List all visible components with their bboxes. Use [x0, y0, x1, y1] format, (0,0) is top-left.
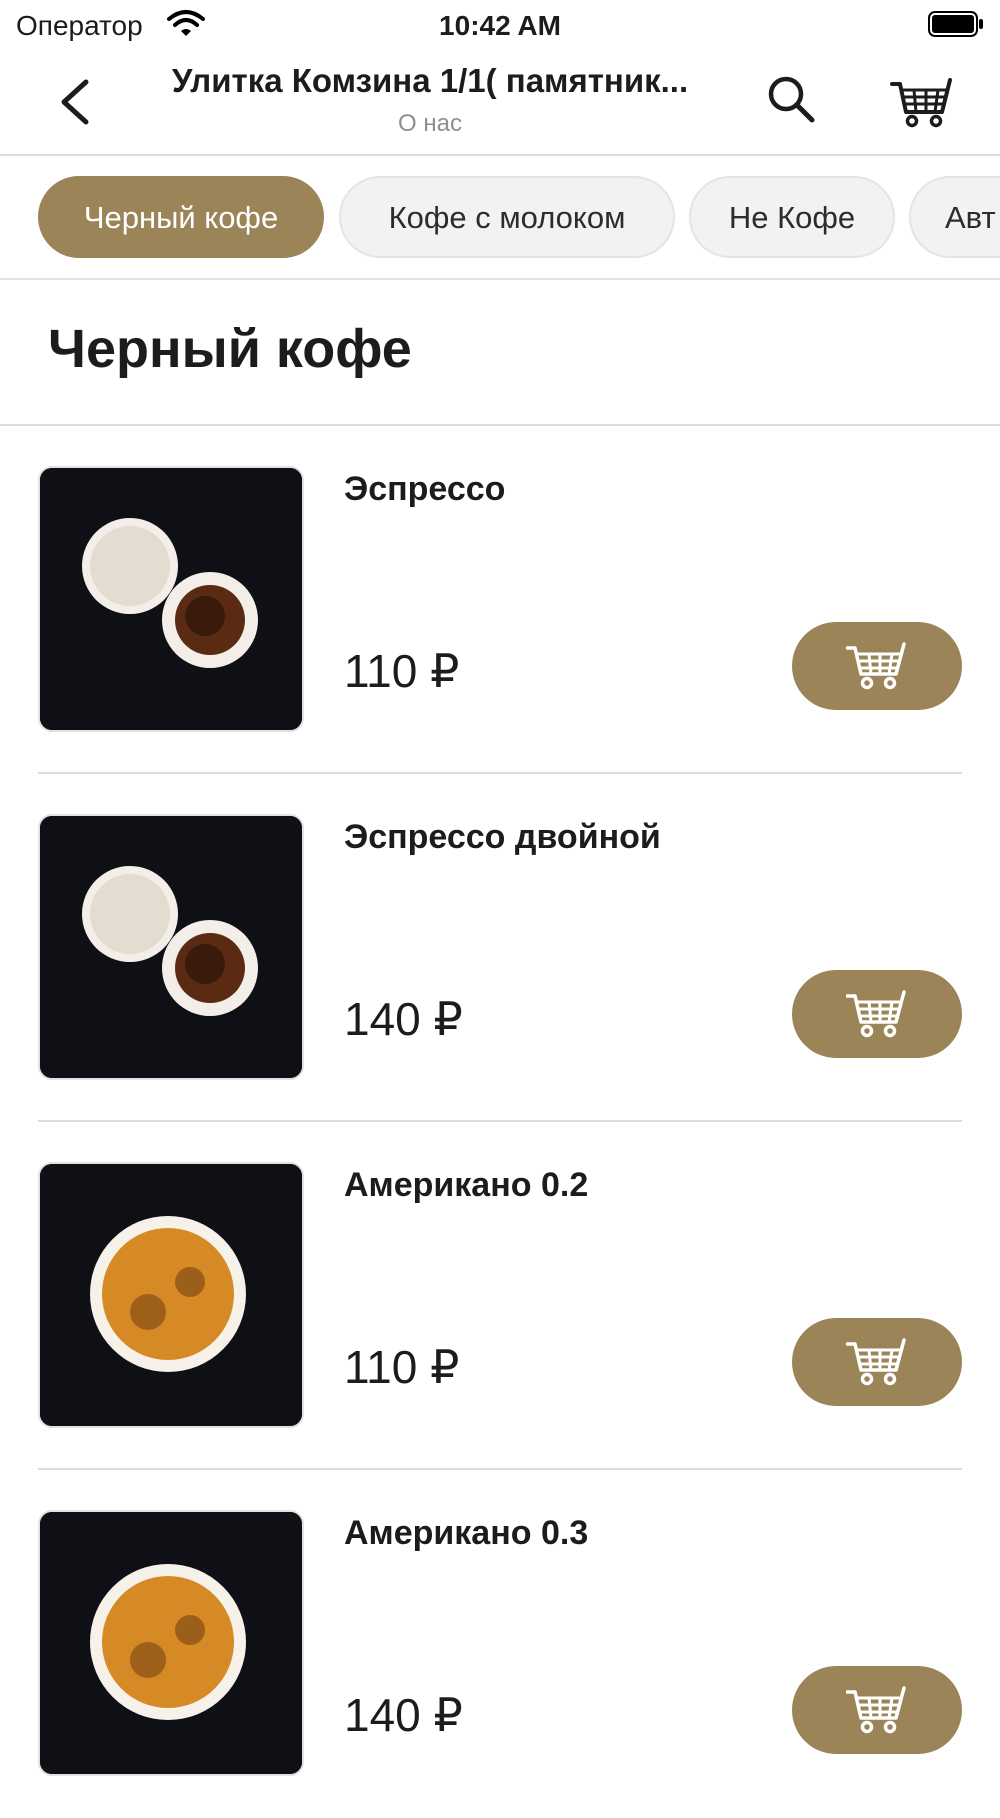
cart-button[interactable]: [890, 68, 954, 132]
tab-not-coffee[interactable]: Не Кофе: [689, 176, 895, 258]
tab-black-coffee[interactable]: Черный кофе: [38, 176, 324, 258]
product-name: Эспрессо: [344, 470, 506, 508]
product-card[interactable]: Эспрессо двойной 140 ₽: [0, 774, 1000, 1122]
chevron-left-icon: [61, 79, 89, 125]
section-title: Черный кофе: [48, 319, 412, 379]
product-price: 140 ₽: [344, 1689, 463, 1741]
search-icon: [768, 76, 815, 123]
product-name: Американо 0.2: [344, 1166, 589, 1204]
cart-icon: [846, 1686, 906, 1734]
product-name: Эспрессо двойной: [344, 818, 661, 856]
product-price: 110 ₽: [344, 1341, 460, 1393]
add-to-cart-button[interactable]: [792, 1666, 962, 1754]
cart-icon: [846, 1338, 906, 1386]
product-image-double-espresso: [38, 814, 304, 1080]
clock: 10:42 AM: [439, 10, 561, 41]
about-link[interactable]: О нас: [140, 110, 720, 138]
product-image-espresso: [38, 466, 304, 732]
page-title: Улитка Комзина 1/1( памятник...: [171, 62, 689, 99]
product-price: 110 ₽: [344, 645, 460, 697]
product-card[interactable]: Американо 0.3 140 ₽: [0, 1470, 1000, 1818]
product-image-americano-02: [38, 1162, 304, 1428]
product-card[interactable]: Эспрессо 110 ₽: [0, 426, 1000, 774]
product-name: Американо 0.3: [344, 1514, 589, 1552]
add-to-cart-button[interactable]: [792, 1318, 962, 1406]
cart-icon: [890, 78, 952, 128]
add-to-cart-button[interactable]: [792, 970, 962, 1058]
navigation-bar: Улитка Комзина 1/1( памятник... О нас: [0, 52, 1000, 156]
tab-coffee-with-milk[interactable]: Кофе с молоком: [339, 176, 675, 258]
status-bar: Оператор 10:42 AM: [0, 0, 1000, 50]
tab-auto[interactable]: Авт: [909, 176, 1000, 258]
add-to-cart-button[interactable]: [792, 622, 962, 710]
product-card[interactable]: Американо 0.2 110 ₽: [0, 1122, 1000, 1470]
product-price: 140 ₽: [344, 993, 463, 1045]
cart-icon: [846, 642, 906, 690]
battery-icon: [928, 11, 984, 37]
search-button[interactable]: [764, 72, 820, 128]
category-tabs: Черный кофе Кофе с молоком Не Кофе Авт: [0, 154, 1000, 280]
back-button[interactable]: [50, 74, 106, 130]
cart-icon: [846, 990, 906, 1038]
product-image-americano-03: [38, 1510, 304, 1776]
